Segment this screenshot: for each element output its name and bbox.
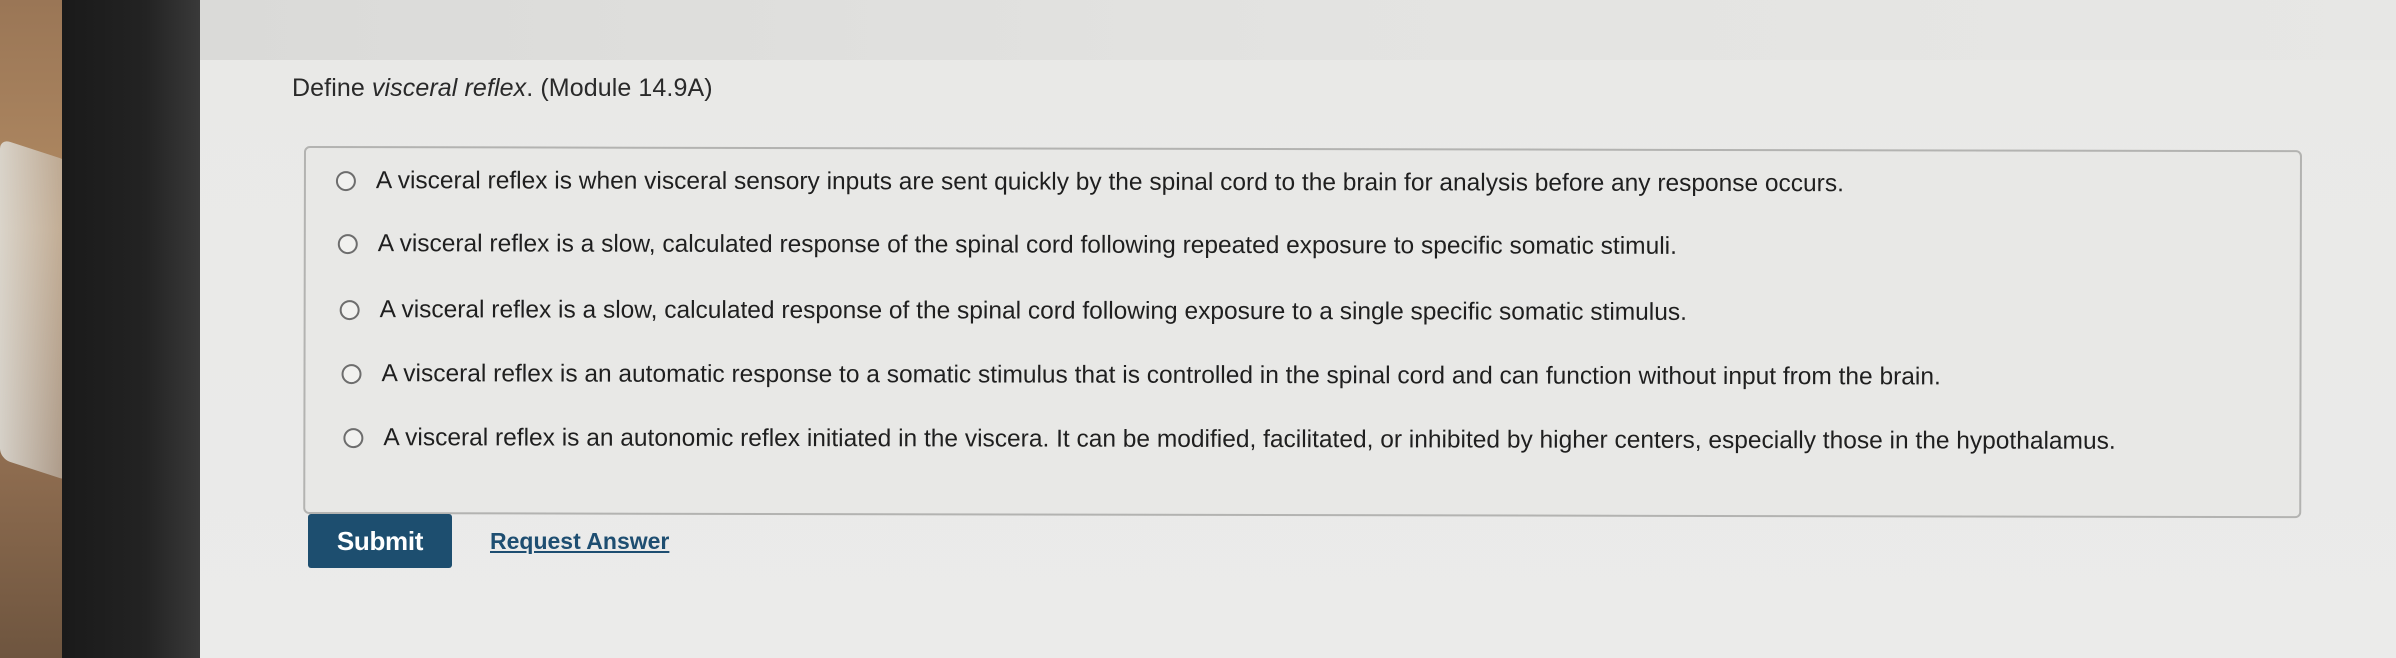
answer-option-1[interactable]: A visceral reflex is when visceral senso… bbox=[335, 167, 1844, 198]
submit-button[interactable]: Submit bbox=[308, 514, 452, 568]
radio-button[interactable] bbox=[335, 171, 356, 192]
radio-button[interactable] bbox=[341, 364, 362, 385]
answer-option-label: A visceral reflex is a slow, calculated … bbox=[377, 230, 1677, 260]
answer-option-label: A visceral reflex is an automatic respon… bbox=[381, 360, 1941, 391]
radio-button[interactable] bbox=[343, 428, 364, 449]
answer-option-3[interactable]: A visceral reflex is a slow, calculated … bbox=[339, 296, 1687, 327]
question-suffix: . (Module 14.9A) bbox=[526, 74, 713, 102]
answer-option-4[interactable]: A visceral reflex is an automatic respon… bbox=[341, 360, 1941, 391]
answer-option-label: A visceral reflex is a slow, calculated … bbox=[379, 296, 1687, 326]
top-bar bbox=[200, 0, 2396, 60]
answer-option-2[interactable]: A visceral reflex is a slow, calculated … bbox=[337, 230, 1677, 261]
question-term: visceral reflex bbox=[371, 74, 527, 102]
monitor-bezel bbox=[62, 0, 202, 658]
request-answer-link[interactable]: Request Answer bbox=[490, 528, 669, 555]
radio-button[interactable] bbox=[339, 300, 360, 321]
screen: Define visceral reflex. (Module 14.9A) A… bbox=[200, 0, 2396, 658]
desk-reflection bbox=[0, 138, 70, 482]
answer-option-label: A visceral reflex is an autonomic reflex… bbox=[383, 424, 2116, 455]
question-prompt: Define visceral reflex. (Module 14.9A) bbox=[292, 74, 713, 103]
radio-button[interactable] bbox=[337, 234, 358, 255]
answer-option-label: A visceral reflex is when visceral senso… bbox=[375, 167, 1844, 198]
answer-option-5[interactable]: A visceral reflex is an autonomic reflex… bbox=[343, 424, 2116, 456]
question-prefix: Define bbox=[292, 74, 372, 102]
answer-options-box: A visceral reflex is when visceral senso… bbox=[303, 146, 2302, 519]
